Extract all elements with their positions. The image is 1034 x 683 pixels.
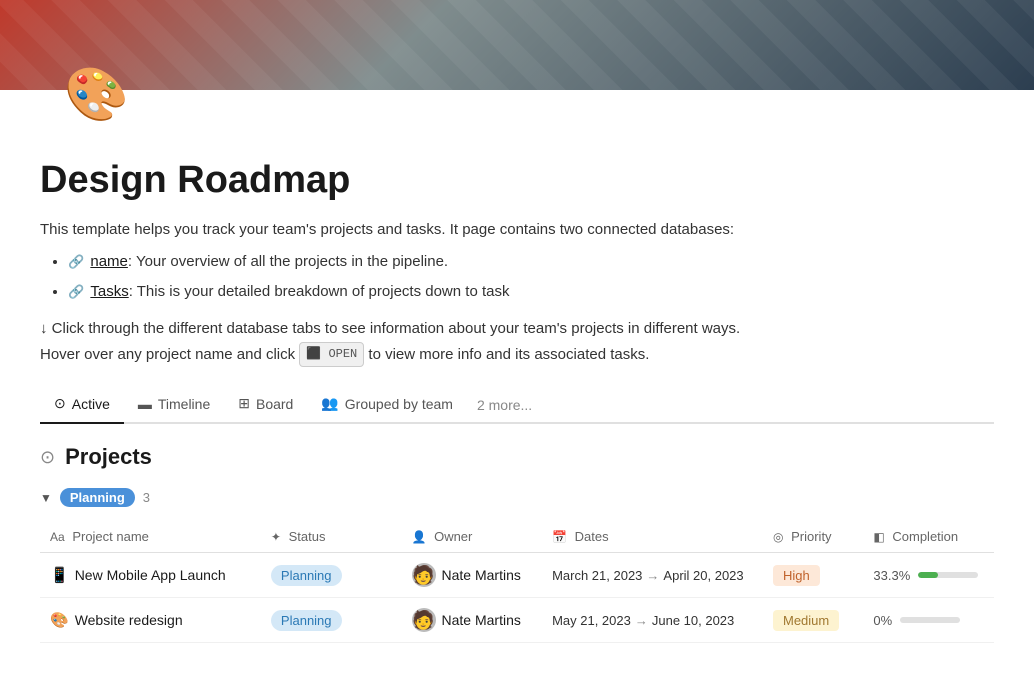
- project-name-cell[interactable]: 📱 New Mobile App Launch: [50, 566, 251, 584]
- col-header-name: Aa Project name: [40, 521, 261, 553]
- projects-table: Aa Project name ✦ Status 👤 Owner 📅 Dates: [40, 521, 994, 643]
- avatar: 🧑: [412, 608, 436, 632]
- tasks-text: : This is your detailed breakdown of pro…: [129, 283, 510, 300]
- owner-name: Nate Martins: [442, 612, 521, 628]
- project-icon: 📱: [50, 566, 69, 584]
- click-info-line1: ↓ Click through the different database t…: [40, 316, 994, 342]
- project-name: New Mobile App Launch: [75, 567, 226, 583]
- avatar: 🧑: [412, 563, 436, 587]
- progress-bar: [900, 617, 960, 623]
- owner-cell: 🧑 Nate Martins: [412, 563, 533, 587]
- priority-badge: High: [773, 565, 820, 586]
- completion-cell: 33.3%: [873, 568, 984, 583]
- owner-name: Nate Martins: [442, 567, 521, 583]
- open-badge: ⬛ OPEN: [299, 342, 364, 366]
- tab-active[interactable]: ⊙ Active: [40, 387, 124, 422]
- col-header-dates: 📅 Dates: [542, 521, 763, 553]
- list-item-tasks: 🔗 Tasks: This is your detailed breakdown…: [68, 280, 994, 304]
- owner-cell: 🧑 Nate Martins: [412, 608, 533, 632]
- active-tab-icon: ⊙: [54, 395, 66, 412]
- group-badge: Planning: [60, 488, 135, 507]
- group-planning-row: ▼ Planning 3: [40, 484, 994, 511]
- page-banner: [0, 0, 1034, 90]
- projects-text: : Your overview of all the projects in t…: [128, 253, 448, 270]
- board-tab-icon: ⊞: [238, 395, 250, 412]
- page-description: This template helps you track your team'…: [40, 218, 994, 242]
- table-row: 🎨 Website redesign Planning 🧑 Nate Marti…: [40, 598, 994, 643]
- col-icon-dates: 📅: [552, 530, 567, 544]
- click-info: ↓ Click through the different database t…: [40, 316, 994, 367]
- table-row: 📱 New Mobile App Launch Planning 🧑 Nate …: [40, 553, 994, 598]
- date-range: May 21, 2023→June 10, 2023: [552, 613, 753, 628]
- tabs-bar: ⊙ Active ▬ Timeline ⊞ Board 👥 Grouped by…: [40, 387, 994, 424]
- col-icon-priority: ◎: [773, 530, 783, 544]
- tab-timeline[interactable]: ▬ Timeline: [124, 388, 224, 422]
- tasks-link[interactable]: Tasks: [90, 283, 128, 300]
- feature-list: 🔗 name: Your overview of all the project…: [40, 250, 994, 304]
- group-toggle[interactable]: ▼: [40, 491, 52, 505]
- status-badge: Planning: [271, 565, 342, 586]
- click-info-line2: Hover over any project name and click ⬛ …: [40, 342, 994, 368]
- projects-database: ⊙ Projects ▼ Planning 3 Aa Project name …: [40, 444, 994, 643]
- progress-bar: [918, 572, 978, 578]
- tab-grouped-label: Grouped by team: [345, 396, 453, 412]
- grouped-tab-icon: 👥: [321, 395, 338, 412]
- completion-pct: 0%: [873, 613, 892, 628]
- project-icon: 🎨: [50, 611, 69, 629]
- status-badge: Planning: [271, 610, 342, 631]
- table-header-row: Aa Project name ✦ Status 👤 Owner 📅 Dates: [40, 521, 994, 553]
- page-title: Design Roadmap: [40, 159, 994, 202]
- projects-icon: 🔗: [68, 254, 84, 269]
- col-header-completion: ◧ Completion: [863, 521, 994, 553]
- date-range: March 21, 2023→April 20, 2023: [552, 568, 753, 583]
- completion-cell: 0%: [873, 613, 984, 628]
- project-name-cell[interactable]: 🎨 Website redesign: [50, 611, 251, 629]
- db-title-row: ⊙ Projects: [40, 444, 994, 470]
- tab-more-label: 2 more...: [477, 397, 532, 413]
- db-target-icon: ⊙: [40, 447, 55, 468]
- tab-board-label: Board: [256, 396, 293, 412]
- tab-timeline-label: Timeline: [158, 396, 210, 412]
- tab-grouped[interactable]: 👥 Grouped by team: [307, 387, 467, 422]
- tab-active-label: Active: [72, 396, 110, 412]
- tab-more[interactable]: 2 more...: [467, 389, 542, 421]
- col-icon-completion: ◧: [873, 530, 884, 544]
- completion-pct: 33.3%: [873, 568, 910, 583]
- db-title: Projects: [65, 444, 152, 470]
- tab-board[interactable]: ⊞ Board: [224, 387, 307, 422]
- page-icon: 🎨: [64, 64, 129, 125]
- col-header-priority: ◎ Priority: [763, 521, 863, 553]
- timeline-tab-icon: ▬: [138, 396, 152, 412]
- col-icon-owner: 👤: [412, 530, 427, 544]
- projects-link[interactable]: name: [90, 253, 128, 270]
- list-item-projects: 🔗 name: Your overview of all the project…: [68, 250, 994, 274]
- project-name: Website redesign: [75, 612, 183, 628]
- col-header-status: ✦ Status: [261, 521, 402, 553]
- col-header-owner: 👤 Owner: [402, 521, 543, 553]
- col-icon-name: Aa: [50, 530, 65, 544]
- priority-badge: Medium: [773, 610, 839, 631]
- group-count: 3: [143, 490, 150, 505]
- progress-fill: [918, 572, 938, 578]
- col-icon-status: ✦: [271, 530, 281, 544]
- tasks-icon: 🔗: [68, 284, 84, 299]
